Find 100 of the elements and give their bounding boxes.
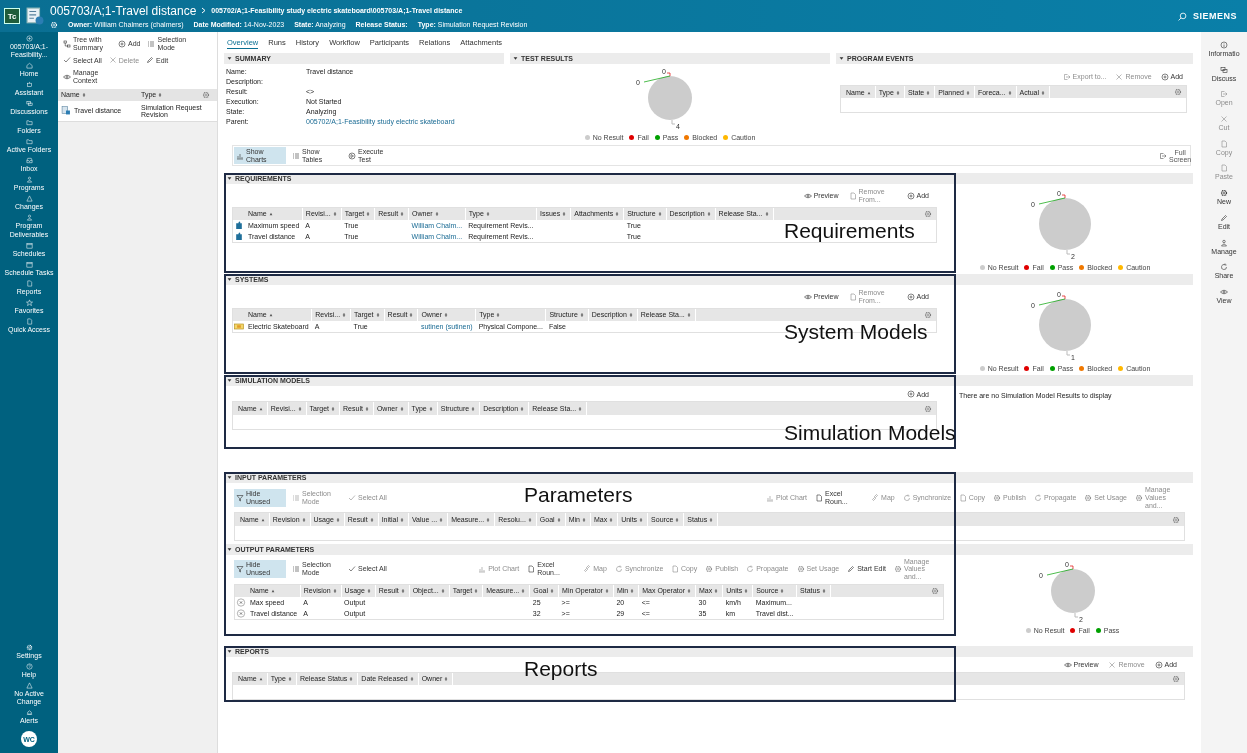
sort-ascending-icon[interactable] bbox=[258, 676, 263, 683]
sort-icon[interactable] bbox=[581, 517, 586, 524]
sort-icon[interactable] bbox=[474, 588, 479, 595]
sort-icon[interactable] bbox=[366, 211, 371, 218]
sort-icon[interactable] bbox=[444, 312, 449, 319]
warning-icon bbox=[25, 681, 33, 689]
sort-ascending-icon[interactable] bbox=[258, 406, 263, 413]
sort-icon[interactable] bbox=[375, 312, 380, 319]
add-icon bbox=[1160, 73, 1169, 81]
sort-icon[interactable] bbox=[609, 517, 614, 524]
settings-icon[interactable] bbox=[1172, 674, 1180, 683]
sort-icon[interactable] bbox=[496, 312, 501, 319]
sort-icon[interactable] bbox=[287, 676, 292, 683]
app-logo[interactable]: Tc bbox=[4, 8, 20, 24]
sort-icon[interactable] bbox=[639, 517, 644, 524]
sort-icon[interactable] bbox=[434, 211, 439, 218]
sort-icon[interactable] bbox=[297, 406, 302, 413]
sort-icon[interactable] bbox=[158, 92, 163, 99]
sort-icon[interactable] bbox=[369, 517, 374, 524]
sort-icon[interactable] bbox=[578, 406, 583, 413]
sort-icon[interactable] bbox=[428, 406, 433, 413]
sort-icon[interactable] bbox=[744, 588, 749, 595]
collapse-caret-icon[interactable] bbox=[227, 648, 232, 654]
sort-icon[interactable] bbox=[686, 312, 691, 319]
sort-ascending-icon[interactable] bbox=[260, 517, 265, 524]
sort-icon[interactable] bbox=[331, 406, 336, 413]
sort-icon[interactable] bbox=[440, 588, 445, 595]
sort-icon[interactable] bbox=[471, 406, 476, 413]
sort-icon[interactable] bbox=[409, 312, 414, 319]
settings-icon[interactable] bbox=[202, 90, 210, 99]
sort-icon[interactable] bbox=[335, 517, 340, 524]
collapse-caret-icon[interactable] bbox=[227, 546, 232, 552]
sort-icon[interactable] bbox=[400, 588, 405, 595]
sort-icon[interactable] bbox=[486, 517, 491, 524]
settings-icon[interactable] bbox=[924, 310, 932, 319]
sort-icon[interactable] bbox=[657, 211, 662, 218]
sort-icon[interactable] bbox=[521, 588, 526, 595]
settings-icon[interactable] bbox=[924, 404, 932, 413]
calendar-icon bbox=[25, 260, 33, 268]
sort-icon[interactable] bbox=[399, 406, 404, 413]
sort-icon[interactable] bbox=[400, 211, 405, 218]
sort-icon[interactable] bbox=[342, 312, 347, 319]
sort-icon[interactable] bbox=[527, 517, 532, 524]
sort-icon[interactable] bbox=[709, 517, 714, 524]
sort-icon[interactable] bbox=[349, 676, 354, 683]
add-icon bbox=[906, 390, 915, 399]
sort-icon[interactable] bbox=[301, 517, 306, 524]
sort-icon[interactable] bbox=[630, 588, 635, 595]
pencil-icon bbox=[847, 565, 856, 574]
sort-icon[interactable] bbox=[550, 588, 555, 595]
sort-icon[interactable] bbox=[399, 517, 404, 524]
collapse-caret-icon[interactable] bbox=[839, 56, 844, 61]
sort-icon[interactable] bbox=[332, 211, 337, 218]
collapse-caret-icon[interactable] bbox=[227, 56, 232, 61]
document-icon bbox=[26, 7, 44, 25]
sort-icon[interactable] bbox=[364, 406, 369, 413]
document-icon bbox=[25, 279, 33, 287]
sort-icon[interactable] bbox=[579, 312, 584, 319]
sort-icon[interactable] bbox=[1041, 89, 1046, 96]
settings-icon[interactable] bbox=[931, 586, 939, 595]
sort-icon[interactable] bbox=[604, 588, 609, 595]
sort-icon[interactable] bbox=[706, 211, 711, 218]
sort-icon[interactable] bbox=[628, 312, 633, 319]
sort-icon[interactable] bbox=[926, 89, 931, 96]
collapse-caret-icon[interactable] bbox=[227, 277, 232, 283]
search-icon[interactable] bbox=[1178, 11, 1187, 21]
sort-icon[interactable] bbox=[675, 517, 680, 524]
collapse-caret-icon[interactable] bbox=[513, 56, 518, 61]
sort-icon[interactable] bbox=[821, 588, 826, 595]
collapse-caret-icon[interactable] bbox=[227, 378, 232, 384]
sort-icon[interactable] bbox=[687, 588, 691, 595]
sort-icon[interactable] bbox=[714, 588, 719, 595]
annotation-label: System Models bbox=[784, 321, 928, 343]
settings-icon[interactable] bbox=[924, 209, 932, 218]
sort-icon[interactable] bbox=[965, 89, 970, 96]
sort-icon[interactable] bbox=[556, 517, 561, 524]
sort-icon[interactable] bbox=[520, 406, 525, 413]
sort-ascending-icon[interactable] bbox=[268, 312, 273, 319]
sort-icon[interactable] bbox=[1007, 89, 1012, 96]
sort-icon[interactable] bbox=[615, 211, 620, 218]
sort-icon[interactable] bbox=[332, 588, 337, 595]
sort-icon[interactable] bbox=[409, 676, 414, 683]
sort-icon[interactable] bbox=[780, 588, 785, 595]
sort-icon[interactable] bbox=[444, 676, 449, 683]
collapse-caret-icon[interactable] bbox=[227, 475, 232, 481]
chart-icon bbox=[765, 493, 774, 502]
sort-ascending-icon[interactable] bbox=[270, 588, 275, 595]
document-icon bbox=[527, 565, 536, 574]
sort-icon[interactable] bbox=[366, 588, 371, 595]
settings-icon[interactable] bbox=[1174, 88, 1182, 97]
sort-icon[interactable] bbox=[764, 211, 769, 218]
sort-icon[interactable] bbox=[895, 89, 900, 96]
sort-icon[interactable] bbox=[439, 517, 444, 524]
settings-icon[interactable] bbox=[1172, 515, 1180, 524]
sort-icon[interactable] bbox=[562, 211, 567, 218]
sort-icon[interactable] bbox=[485, 211, 490, 218]
sort-icon[interactable] bbox=[81, 92, 86, 99]
collapse-caret-icon[interactable] bbox=[227, 176, 232, 182]
chart-icon bbox=[236, 151, 244, 160]
sort-ascending-icon[interactable] bbox=[268, 211, 273, 218]
